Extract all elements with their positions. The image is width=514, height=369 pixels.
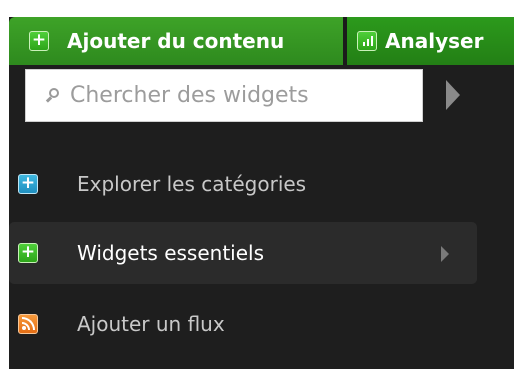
menu-item-explorer-categories[interactable]: + Explorer les catégories [9,153,477,215]
search-input[interactable] [70,83,400,108]
chevron-right-icon [441,246,449,262]
plus-icon: + [18,243,38,263]
top-strip [0,0,514,17]
plus-icon: + [18,174,38,194]
menu-item-label: Ajouter un flux [77,312,225,336]
tab-label: Analyser [385,29,484,53]
menu-item-ajouter-flux[interactable]: Ajouter un flux [9,293,477,355]
menu-item-label: Explorer les catégories [77,172,307,196]
rss-icon [18,314,38,334]
bar-chart-icon [357,31,377,51]
search-go-arrow-icon[interactable] [446,80,460,110]
search-box[interactable] [25,69,423,122]
menu-item-widgets-essentiels[interactable]: + Widgets essentiels [9,222,477,284]
tab-label: Ajouter du contenu [67,29,285,53]
menu-item-label: Widgets essentiels [77,241,265,265]
tab-analyser[interactable]: Analyser [347,17,514,65]
tab-ajouter-du-contenu[interactable]: + Ajouter du contenu [9,17,343,65]
plus-icon: + [29,31,49,51]
tab-bar: + Ajouter du contenu Analyser [9,17,514,65]
search-icon [45,87,62,104]
